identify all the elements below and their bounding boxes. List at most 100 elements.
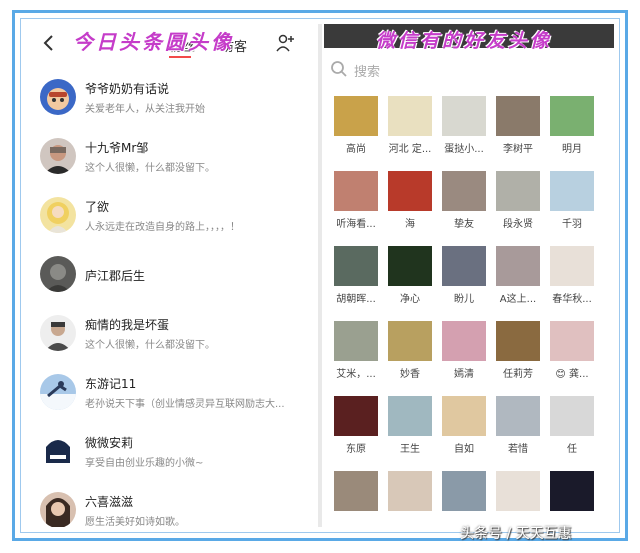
watermark: 头条号 / 天天互惠 bbox=[460, 526, 572, 542]
friend-name: 任莉芳 bbox=[503, 369, 533, 380]
back-arrow-icon[interactable] bbox=[39, 33, 59, 53]
friend-name: 😊 龚... bbox=[555, 369, 589, 380]
friend-tile[interactable] bbox=[496, 471, 540, 527]
friend-tile[interactable] bbox=[388, 471, 432, 527]
list-item[interactable]: 十九爷Mr邹 这个人很懒，什么都没留下。 bbox=[29, 127, 313, 186]
user-bio: 关爱老年人，从关注我开始 bbox=[85, 104, 205, 115]
friend-avatar bbox=[388, 396, 432, 436]
friend-avatar bbox=[388, 96, 432, 136]
friend-name: 春华秋... bbox=[552, 294, 592, 305]
friend-tile[interactable]: 海 bbox=[388, 171, 432, 237]
friend-tile[interactable]: 妙香 bbox=[388, 321, 432, 387]
toutiao-followers-panel: 粉丝 访客 今日头条圆头像 爷爷奶奶有话说 关爱老年人，从关注我开始 十九爷Mr… bbox=[29, 24, 313, 527]
friend-avatar bbox=[550, 471, 594, 511]
friend-name: 段永贤 bbox=[503, 219, 533, 230]
friend-name: 自如 bbox=[454, 444, 474, 455]
friend-tile[interactable]: 艾米，... bbox=[334, 321, 378, 387]
avatar bbox=[40, 433, 76, 469]
user-name: 十九爷Mr邹 bbox=[85, 141, 149, 155]
avatar bbox=[40, 197, 76, 233]
friend-tile[interactable]: 嫣清 bbox=[442, 321, 486, 387]
friend-tile[interactable]: 明月 bbox=[550, 96, 594, 162]
friend-tile[interactable]: 任 bbox=[550, 396, 594, 462]
panel-divider bbox=[318, 24, 322, 527]
avatar bbox=[40, 492, 76, 527]
user-bio: 人永远走在改造自身的路上，，，，！ bbox=[85, 222, 240, 233]
friend-avatar bbox=[550, 396, 594, 436]
friend-tile[interactable]: 净心 bbox=[388, 246, 432, 312]
friend-avatar bbox=[334, 471, 378, 511]
friend-name: 高尚 bbox=[346, 144, 366, 155]
friend-name: 河北 定... bbox=[388, 144, 432, 155]
friend-tile[interactable]: 东原 bbox=[334, 396, 378, 462]
friend-avatar bbox=[388, 321, 432, 361]
friend-name: A这上... bbox=[499, 294, 537, 305]
friend-tile[interactable] bbox=[334, 471, 378, 527]
friend-name: 若惜 bbox=[508, 444, 528, 455]
friend-avatar bbox=[496, 321, 540, 361]
friend-name: 明月 bbox=[562, 144, 582, 155]
friend-tile[interactable]: 河北 定... bbox=[388, 96, 432, 162]
user-name: 了欲 bbox=[85, 200, 110, 214]
friend-tile[interactable]: 😊 龚... bbox=[550, 321, 594, 387]
friend-avatar bbox=[442, 321, 486, 361]
friend-avatar bbox=[442, 96, 486, 136]
list-item[interactable]: 东游记11 老孙说天下事（创业情感灵异互联网励志大... bbox=[29, 363, 313, 422]
list-item[interactable]: 了欲 人永远走在改造自身的路上，，，，！ bbox=[29, 186, 313, 245]
friend-name: 李树平 bbox=[503, 144, 533, 155]
user-bio: 这个人很懒，什么都没留下。 bbox=[85, 340, 215, 351]
friend-avatar bbox=[550, 171, 594, 211]
friend-name: 东原 bbox=[346, 444, 366, 455]
overlay-caption-left: 今日头条圆头像 bbox=[73, 30, 234, 54]
avatar bbox=[40, 374, 76, 410]
friend-tile[interactable]: 高尚 bbox=[334, 96, 378, 162]
user-name: 庐江郡后生 bbox=[85, 269, 146, 283]
friend-tile[interactable]: 若惜 bbox=[496, 396, 540, 462]
friend-tile[interactable]: 段永贤 bbox=[496, 171, 540, 237]
friend-tile[interactable]: A这上... bbox=[496, 246, 540, 312]
user-name: 微微安莉 bbox=[85, 436, 134, 450]
friend-name: 胡朝晖... bbox=[336, 294, 376, 305]
user-name: 爷爷奶奶有话说 bbox=[85, 82, 170, 96]
friend-tile[interactable] bbox=[550, 471, 594, 527]
list-item[interactable]: 痴情的我是坏蛋 这个人很懒，什么都没留下。 bbox=[29, 304, 313, 363]
list-item[interactable]: 爷爷奶奶有话说 关爱老年人，从关注我开始 bbox=[29, 68, 313, 127]
friend-tile[interactable]: 春华秋... bbox=[550, 246, 594, 312]
list-item[interactable]: 六喜滋滋 愿生活美好如诗如歌。 bbox=[29, 481, 313, 527]
friend-tile[interactable] bbox=[442, 471, 486, 527]
friend-name: 蛋挞小... bbox=[444, 144, 484, 155]
friend-tile[interactable]: 胡朝晖... bbox=[334, 246, 378, 312]
friend-name: 听海看... bbox=[336, 219, 376, 230]
friend-tile[interactable]: 李树平 bbox=[496, 96, 540, 162]
user-name: 痴情的我是坏蛋 bbox=[85, 318, 170, 332]
friend-name: 千羽 bbox=[562, 219, 582, 230]
friend-name: 艾米，... bbox=[336, 369, 376, 380]
friend-avatar bbox=[442, 246, 486, 286]
user-bio: 愿生活美好如诗如歌。 bbox=[85, 517, 185, 527]
friend-name: 妙香 bbox=[400, 369, 420, 380]
search-bar[interactable]: 搜索 bbox=[324, 54, 614, 86]
user-bio: 老孙说天下事（创业情感灵异互联网励志大... bbox=[85, 399, 285, 410]
friend-tile[interactable]: 盼儿 bbox=[442, 246, 486, 312]
friend-avatar bbox=[442, 471, 486, 511]
friend-tile[interactable]: 千羽 bbox=[550, 171, 594, 237]
friend-name: 海 bbox=[405, 219, 415, 230]
list-item[interactable]: 微微安莉 享受自由创业乐趣的小微~ bbox=[29, 422, 313, 481]
avatar bbox=[40, 315, 76, 351]
friend-tile[interactable]: 任莉芳 bbox=[496, 321, 540, 387]
friend-name: 嫣清 bbox=[454, 369, 474, 380]
friend-avatar bbox=[496, 396, 540, 436]
add-user-icon[interactable] bbox=[275, 33, 295, 53]
friend-tile[interactable]: 挚友 bbox=[442, 171, 486, 237]
friend-avatar bbox=[388, 471, 432, 511]
list-item[interactable]: 庐江郡后生 bbox=[29, 245, 313, 304]
friend-tile[interactable]: 蛋挞小... bbox=[442, 96, 486, 162]
friend-tile[interactable]: 王生 bbox=[388, 396, 432, 462]
friend-avatar bbox=[334, 321, 378, 361]
avatar bbox=[40, 138, 76, 174]
friend-avatar bbox=[334, 96, 378, 136]
friend-tile[interactable]: 听海看... bbox=[334, 171, 378, 237]
friend-name: 挚友 bbox=[454, 219, 474, 230]
friend-avatar bbox=[496, 96, 540, 136]
friend-tile[interactable]: 自如 bbox=[442, 396, 486, 462]
